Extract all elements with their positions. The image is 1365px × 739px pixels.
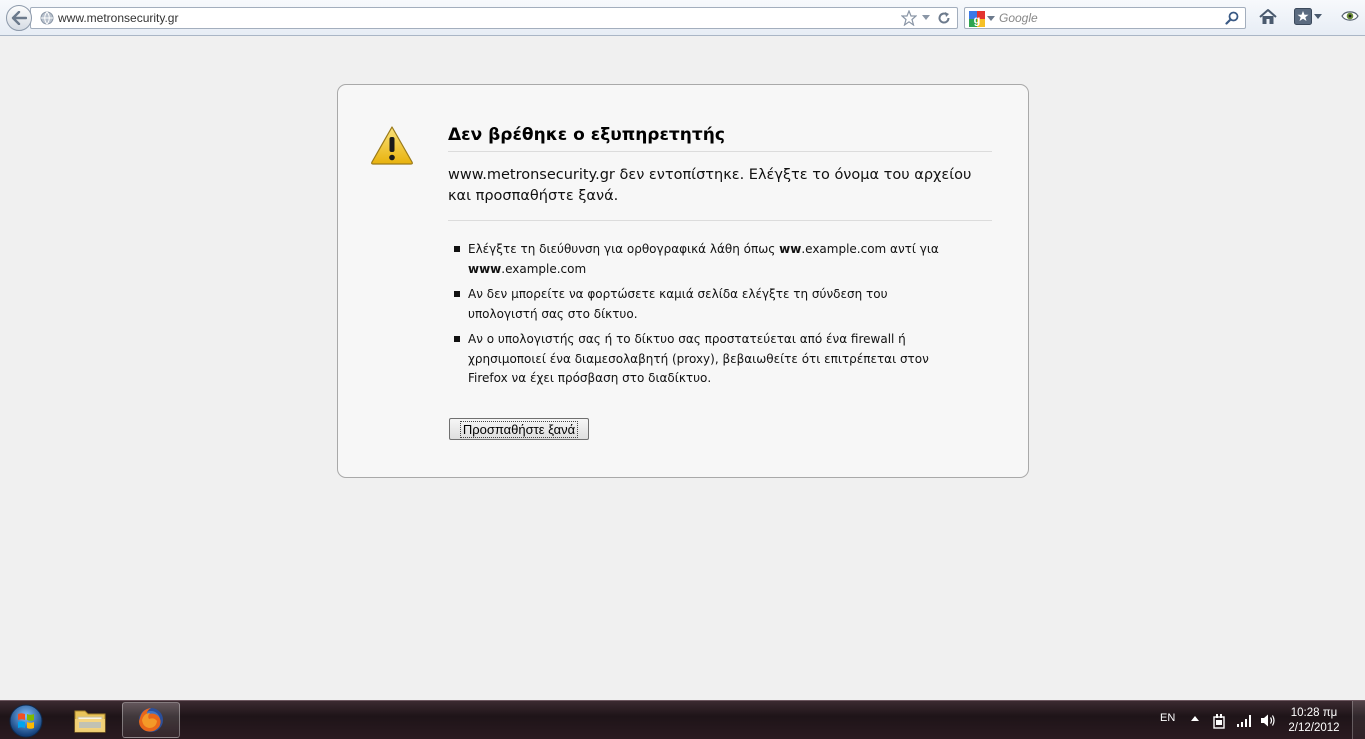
taskbar-firefox[interactable]	[122, 702, 180, 738]
chevron-down-icon	[1314, 13, 1322, 19]
back-arrow-icon	[11, 11, 27, 25]
suggestion-list: Ελέγξτε τη διεύθυνση για ορθογραφικά λάθ…	[454, 240, 954, 395]
warning-icon	[371, 126, 413, 165]
suggestion-item: Ελέγξτε τη διεύθυνση για ορθογραφικά λάθ…	[454, 240, 954, 279]
bookmarks-icon	[1294, 8, 1312, 25]
back-button[interactable]	[6, 5, 32, 31]
suggestion-text: Αν δεν μπορείτε να φορτώσετε καμιά σελίδ…	[468, 287, 888, 321]
suggestion-text: .example.com αντί για	[801, 242, 939, 256]
error-description: www.metronsecurity.gr δεν εντοπίστηκε. Ε…	[448, 165, 992, 221]
windows-start-icon[interactable]	[6, 702, 46, 739]
language-indicator[interactable]: EN	[1160, 712, 1175, 724]
suggestion-item: Αν ο υπολογιστής σας ή το δίκτυο σας προ…	[454, 330, 954, 389]
url-history-dropdown-icon[interactable]	[921, 14, 931, 22]
try-again-label: Προσπαθήστε ξανά	[459, 420, 579, 438]
url-text[interactable]: www.metronsecurity.gr	[58, 11, 178, 25]
suggestion-bold: www	[468, 261, 502, 276]
folder-icon	[74, 710, 106, 733]
reload-icon[interactable]	[937, 11, 951, 25]
search-bar[interactable]: g	[964, 7, 1246, 29]
browser-toolbar: www.metronsecurity.gr g	[0, 0, 1365, 36]
bookmarks-menu-button[interactable]	[1294, 8, 1322, 25]
search-input[interactable]	[999, 9, 1209, 27]
bookmark-star-icon[interactable]	[901, 10, 917, 26]
suggestion-bold: ww	[779, 242, 802, 256]
clock-date: 2/12/2012	[1288, 722, 1340, 734]
chevron-down-icon	[987, 16, 995, 21]
suggestion-text: Αν ο υπολογιστής σας ή το δίκτυο σας προ…	[468, 332, 929, 385]
google-icon: g	[969, 11, 985, 27]
search-engine-selector[interactable]: g	[969, 11, 995, 27]
system-clock[interactable]: 10:28 πμ 2/12/2012	[1284, 706, 1344, 736]
show-desktop-button[interactable]	[1352, 701, 1365, 739]
home-icon[interactable]	[1258, 8, 1278, 26]
taskbar-explorer[interactable]	[66, 702, 114, 738]
error-title: Δεν βρέθηκε ο εξυπηρετητής	[448, 125, 992, 152]
globe-icon	[40, 11, 54, 25]
eye-icon[interactable]	[1341, 9, 1359, 23]
volume-icon[interactable]	[1260, 713, 1276, 728]
svg-text:g: g	[974, 15, 981, 27]
suggestion-item: Αν δεν μπορείτε να φορτώσετε καμιά σελίδ…	[454, 285, 954, 324]
try-again-button[interactable]: Προσπαθήστε ξανά	[449, 418, 589, 440]
taskbar: EN 10:28 πμ 2/12/2012	[0, 700, 1365, 739]
url-bar[interactable]: www.metronsecurity.gr	[30, 7, 958, 29]
suggestion-text: Ελέγξτε τη διεύθυνση για ορθογραφικά λάθ…	[468, 242, 780, 256]
clock-time: 10:28 πμ	[1290, 707, 1338, 719]
network-signal-icon[interactable]	[1236, 713, 1252, 727]
suggestion-text: .example.com	[501, 261, 587, 276]
firefox-icon	[139, 708, 163, 732]
search-icon[interactable]	[1225, 11, 1239, 25]
power-icon[interactable]	[1212, 713, 1226, 729]
show-hidden-icons-icon[interactable]	[1191, 715, 1199, 721]
error-page-container: Δεν βρέθηκε ο εξυπηρετητής www.metronsec…	[337, 84, 1029, 478]
